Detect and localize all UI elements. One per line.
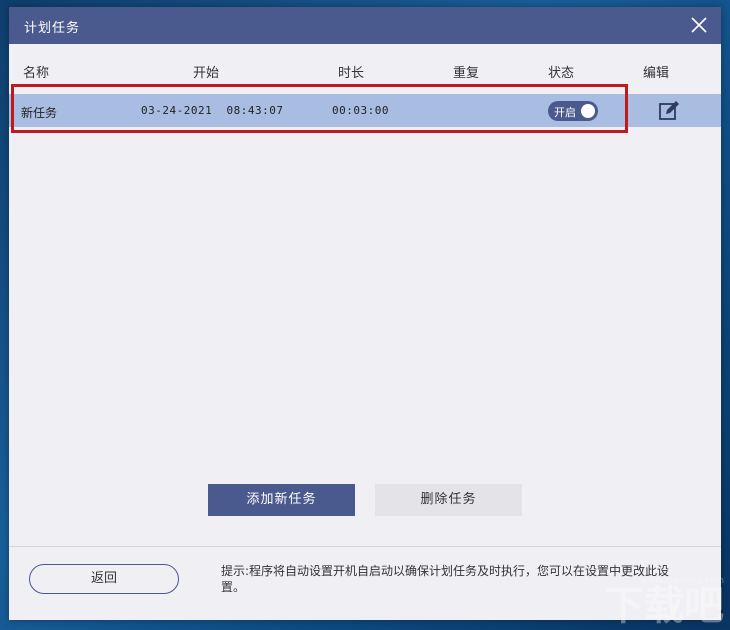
footer-divider	[9, 546, 721, 547]
task-duration: 00:03:00	[332, 104, 389, 117]
task-start-time: 03-24-2021 08:43:07	[141, 104, 284, 117]
table-row[interactable]: 新任务 03-24-2021 08:43:07 00:03:00 开启	[9, 94, 721, 127]
delete-task-button[interactable]: 删除任务	[375, 484, 522, 516]
table-header: 名称 开始 时长 重复 状态 编辑	[9, 44, 721, 94]
column-header-edit: 编辑	[643, 66, 670, 81]
column-header-name: 名称	[23, 66, 50, 81]
add-task-button[interactable]: 添加新任务	[208, 484, 355, 516]
hint-text: 提示:程序将自动设置开机自启动以确保计划任务及时执行，您可以在设置中更改此设置。	[221, 564, 670, 594]
scheduled-tasks-dialog: 计划任务 名称 开始 时长 重复 状态 编辑 新任务 03-24-2021 08…	[9, 7, 721, 620]
status-toggle[interactable]: 开启	[548, 101, 598, 121]
window-title: 计划任务	[24, 21, 81, 36]
task-name: 新任务	[21, 106, 58, 120]
title-bar: 计划任务	[9, 7, 721, 44]
back-button[interactable]: 返回	[29, 564, 179, 594]
column-header-start: 开始	[193, 66, 220, 81]
column-header-duration: 时长	[338, 66, 365, 81]
close-icon[interactable]	[687, 13, 711, 37]
column-header-repeat: 重复	[453, 66, 480, 81]
edit-icon[interactable]	[657, 99, 681, 123]
status-toggle-label: 开启	[554, 106, 576, 119]
toggle-knob	[581, 104, 595, 118]
column-header-status: 状态	[548, 66, 575, 81]
